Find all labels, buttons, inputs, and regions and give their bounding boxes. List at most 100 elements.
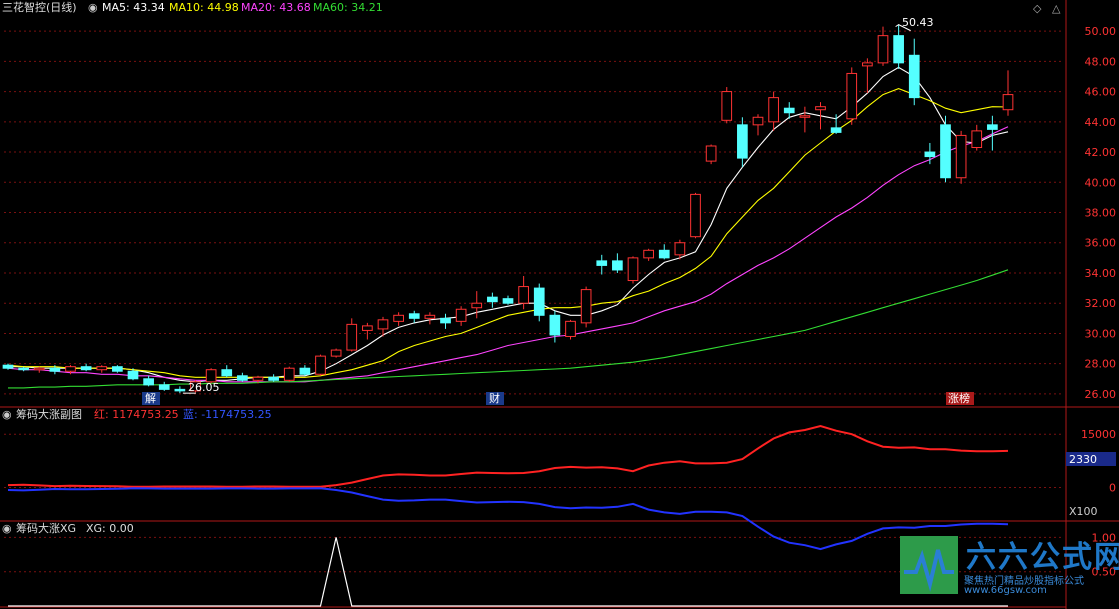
candle-body — [643, 249, 654, 259]
candle-body — [955, 134, 967, 179]
ma5-legend: MA5: 43.34 — [102, 1, 165, 14]
y-tick-label: 50.00 — [1085, 25, 1117, 38]
y-tick-label: 0 — [1109, 482, 1116, 495]
candle-body — [862, 62, 873, 67]
candle-body — [471, 302, 483, 309]
candle-body — [65, 366, 76, 372]
y-tick-label: 26.00 — [1085, 388, 1117, 401]
candle-body — [815, 106, 826, 111]
candle-body — [830, 127, 842, 133]
candle-body — [971, 130, 983, 149]
y-tick-label: 48.00 — [1085, 55, 1117, 68]
candle-body — [596, 260, 608, 266]
candle-body — [268, 376, 279, 381]
candle-body — [440, 317, 451, 324]
candle-body — [533, 287, 545, 316]
brand-logo-icon — [900, 536, 958, 594]
candle-body — [315, 355, 326, 375]
candle-body — [674, 242, 686, 256]
y-tick-label: 32.00 — [1085, 297, 1117, 310]
candle-body — [330, 349, 342, 357]
event-tag-zhangbang[interactable]: 涨榜 — [948, 391, 970, 405]
sub1-scale-badge: 2330 — [1069, 453, 1097, 466]
candle-body — [346, 323, 358, 351]
candle-body — [237, 375, 248, 381]
sub2-title: 筹码大涨XG — [16, 521, 76, 535]
diamond-icon[interactable]: ◇ — [1033, 2, 1042, 15]
y-tick-label: 44.00 — [1085, 116, 1117, 129]
sub1-toggle-icon[interactable]: ◉ — [2, 408, 12, 421]
candle-body — [143, 378, 154, 386]
candle-body — [737, 124, 748, 159]
candle-body — [705, 145, 717, 162]
candle-body — [752, 116, 764, 126]
candle-body — [487, 296, 498, 303]
candle-body — [408, 313, 420, 319]
event-tag-jie[interactable]: 解 — [145, 391, 156, 405]
candle-body — [877, 35, 889, 64]
candle-body — [721, 91, 733, 121]
sub2-xg-label: XG: 0.00 — [86, 522, 134, 535]
candle-body — [127, 370, 139, 380]
candle-body — [612, 260, 623, 271]
brand-url: www.66gsw.com — [964, 585, 1047, 596]
candle-body — [252, 376, 264, 381]
ma-line — [7, 126, 1009, 383]
candle-body — [424, 314, 436, 319]
candle-body — [549, 314, 561, 336]
candle-body — [96, 366, 108, 371]
high-price-marker: 50.43 — [902, 16, 934, 29]
stock-chart[interactable]: 26.00 28.00 30.00 32.00 34.00 36.00 38.00 40.00… — [0, 0, 1119, 609]
candle-body — [940, 124, 951, 179]
candle-body — [658, 249, 670, 259]
y-tick-label: 38.00 — [1085, 207, 1117, 220]
y-tick-label: 28.00 — [1085, 358, 1117, 371]
sub1-multiplier-badge: X100 — [1069, 505, 1098, 518]
ma20-legend: MA20: 43.68 — [241, 1, 311, 14]
candle-body — [518, 286, 529, 304]
candle-body — [299, 367, 311, 375]
candle-body — [987, 124, 998, 130]
candle-body — [33, 367, 45, 371]
ma10-legend: MA10: 44.98 — [169, 1, 239, 14]
candle-body — [377, 319, 389, 330]
indicator-line — [7, 424, 1009, 488]
sub1-blue-label: 蓝: -1174753.25 — [183, 408, 272, 421]
candle-body — [49, 367, 61, 372]
candle-body — [893, 35, 904, 64]
sub1-title: 筹码大涨副图 — [16, 407, 82, 421]
xg-signal-line — [8, 537, 1008, 607]
y-tick-label: 40.00 — [1085, 176, 1117, 189]
indicator-line — [7, 487, 1009, 551]
event-tag-cai[interactable]: 财 — [489, 391, 500, 405]
candle-body — [393, 314, 404, 322]
legend-toggle-icon[interactable]: ◉ — [88, 1, 98, 14]
ma-line — [8, 269, 1009, 389]
candle-body — [455, 308, 467, 322]
y-tick-label: 30.00 — [1085, 327, 1117, 340]
y-tick-label: 15000 — [1081, 428, 1116, 441]
candle-body — [690, 193, 701, 238]
stock-title: 三花智控(日线) — [2, 0, 77, 14]
candle-body — [205, 369, 217, 383]
y-tick-label: 34.00 — [1085, 267, 1117, 280]
y-tick-label: 42.00 — [1085, 146, 1117, 159]
candle-body — [768, 97, 779, 123]
brand-title: 六六公式网 — [966, 540, 1119, 575]
candle-body — [502, 298, 514, 304]
candle-body — [580, 289, 592, 324]
y-tick-label: 36.00 — [1085, 237, 1117, 250]
candle-body — [174, 388, 186, 392]
candle-body — [627, 257, 639, 282]
low-price-marker: 26.05 — [188, 381, 220, 394]
candle-body — [908, 54, 920, 99]
candle-body — [80, 366, 92, 371]
sub2-toggle-icon[interactable]: ◉ — [2, 522, 12, 535]
up-triangle-icon[interactable]: △ — [1052, 2, 1061, 15]
candle-body — [362, 325, 373, 331]
candle-body — [283, 367, 295, 381]
candle-body — [799, 115, 811, 118]
candle-body — [565, 320, 576, 337]
brand-watermark: 六六公式网 聚焦热门精品炒股指标公式 www.66gsw.com — [900, 536, 1119, 600]
candle-body — [112, 366, 123, 372]
